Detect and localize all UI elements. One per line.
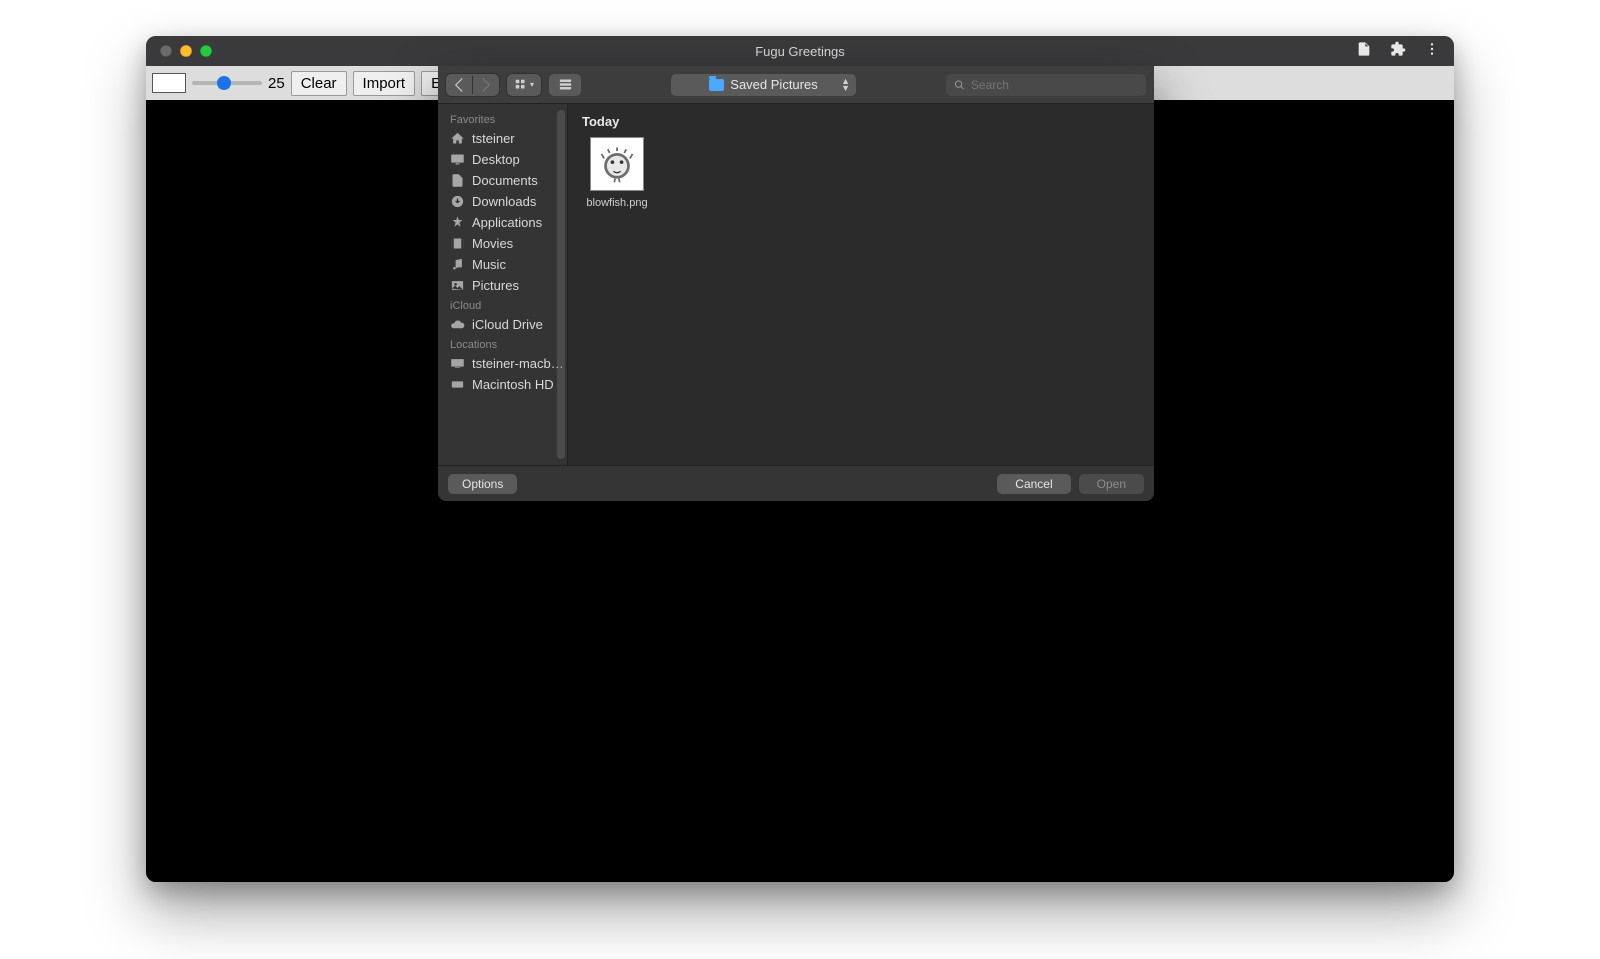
dialog-toolbar: ▾ Saved Pictures ▲▼ bbox=[438, 66, 1154, 104]
options-button[interactable]: Options bbox=[448, 474, 517, 494]
forward-button[interactable] bbox=[473, 74, 499, 96]
sidebar-item-label: iCloud Drive bbox=[472, 317, 543, 332]
import-button[interactable]: Import bbox=[353, 71, 416, 96]
file-name: blowfish.png bbox=[586, 197, 647, 209]
sidebar-item-macintosh-hd[interactable]: Macintosh HD bbox=[442, 374, 563, 395]
sidebar-header-icloud: iCloud bbox=[442, 296, 563, 314]
sidebar-item-label: Documents bbox=[472, 173, 538, 188]
search-input[interactable] bbox=[971, 78, 1138, 92]
sidebar-item-label: Desktop bbox=[472, 152, 520, 167]
view-mode-button[interactable]: ▾ bbox=[507, 74, 541, 96]
sidebar-item-home[interactable]: tsteiner bbox=[442, 128, 563, 149]
clear-button[interactable]: Clear bbox=[291, 71, 347, 96]
group-by-button[interactable] bbox=[549, 74, 581, 96]
titlebar: Fugu Greetings bbox=[146, 36, 1454, 66]
sidebar-item-downloads[interactable]: Downloads bbox=[442, 191, 563, 212]
sidebar: Favorites tsteiner Desktop Documents Dow… bbox=[438, 104, 568, 465]
sidebar-item-label: Downloads bbox=[472, 194, 536, 209]
chevron-updown-icon: ▲▼ bbox=[841, 78, 850, 92]
nav-buttons bbox=[446, 74, 499, 96]
brush-size-slider[interactable] bbox=[192, 81, 262, 85]
sidebar-item-movies[interactable]: Movies bbox=[442, 233, 563, 254]
search-field[interactable] bbox=[946, 74, 1146, 96]
location-dropdown[interactable]: Saved Pictures ▲▼ bbox=[671, 74, 856, 96]
sidebar-item-icloud-drive[interactable]: iCloud Drive bbox=[442, 314, 563, 335]
brush-size-value: 25 bbox=[268, 75, 285, 92]
sidebar-item-label: Music bbox=[472, 257, 506, 272]
sidebar-item-computer[interactable]: tsteiner-macb… bbox=[442, 353, 563, 374]
scrollbar[interactable] bbox=[557, 110, 565, 459]
sidebar-header-favorites: Favorites bbox=[442, 110, 563, 128]
sidebar-item-label: tsteiner-macb… bbox=[472, 356, 563, 371]
app-window: Fugu Greetings 25 Clear Import Expo bbox=[146, 36, 1454, 882]
sidebar-item-label: Movies bbox=[472, 236, 513, 251]
file-item[interactable]: blowfish.png bbox=[582, 137, 652, 209]
folder-icon bbox=[709, 79, 724, 91]
location-label: Saved Pictures bbox=[730, 77, 817, 92]
back-button[interactable] bbox=[446, 74, 472, 96]
open-button[interactable]: Open bbox=[1079, 474, 1144, 494]
sidebar-item-documents[interactable]: Documents bbox=[442, 170, 563, 191]
color-swatch[interactable] bbox=[152, 73, 186, 93]
sidebar-item-label: Macintosh HD bbox=[472, 377, 554, 392]
file-thumbnail bbox=[590, 137, 644, 191]
file-open-dialog: ▾ Saved Pictures ▲▼ Favorites tste bbox=[438, 66, 1154, 501]
sidebar-item-label: Pictures bbox=[472, 278, 519, 293]
sidebar-item-desktop[interactable]: Desktop bbox=[442, 149, 563, 170]
sidebar-header-locations: Locations bbox=[442, 335, 563, 353]
sidebar-item-music[interactable]: Music bbox=[442, 254, 563, 275]
window-title: Fugu Greetings bbox=[146, 44, 1454, 59]
sidebar-item-label: Applications bbox=[472, 215, 542, 230]
file-grid-area: Today bbox=[568, 104, 1154, 465]
sidebar-item-applications[interactable]: Applications bbox=[442, 212, 563, 233]
dialog-footer: Options Cancel Open bbox=[438, 465, 1154, 501]
search-icon bbox=[954, 79, 965, 91]
sidebar-item-label: tsteiner bbox=[472, 131, 515, 146]
group-header: Today bbox=[582, 114, 1140, 129]
cancel-button[interactable]: Cancel bbox=[997, 474, 1070, 494]
sidebar-item-pictures[interactable]: Pictures bbox=[442, 275, 563, 296]
